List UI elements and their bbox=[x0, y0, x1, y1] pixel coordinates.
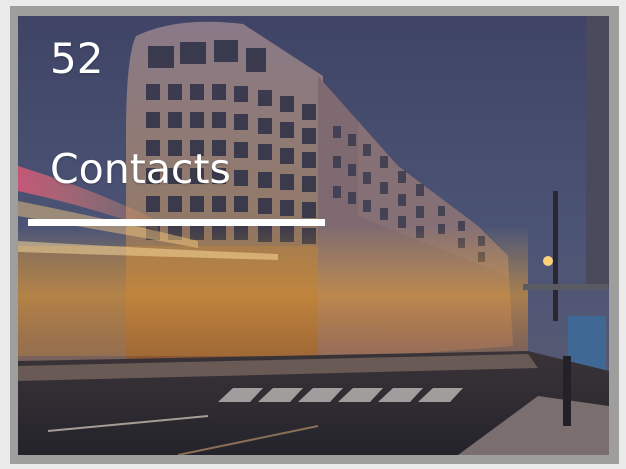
contact-count: 52 bbox=[50, 34, 104, 83]
city-street-photo bbox=[18, 16, 609, 455]
tile-title: Contacts bbox=[50, 145, 231, 193]
tile-background-photo[interactable] bbox=[18, 16, 609, 455]
title-underline bbox=[28, 219, 325, 226]
